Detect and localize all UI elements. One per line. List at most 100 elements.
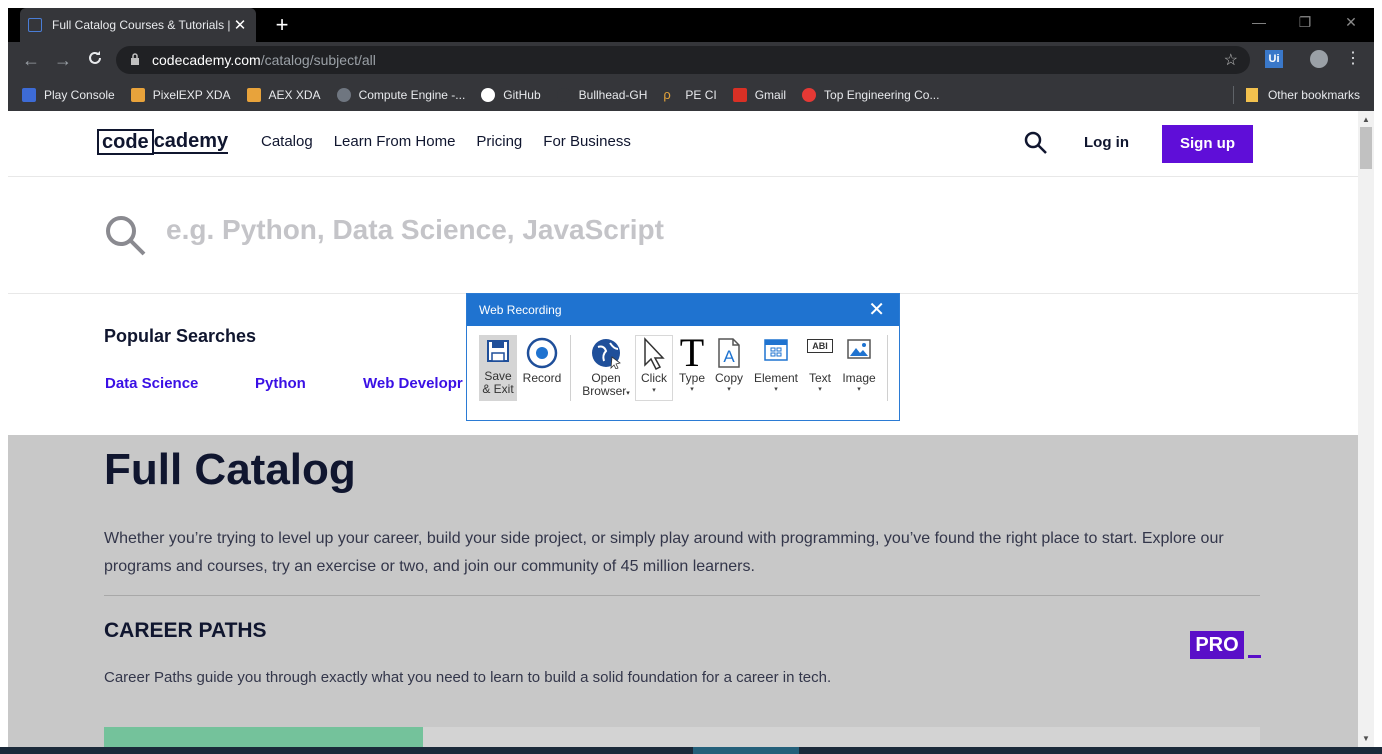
- chevron-down-icon[interactable]: ▾: [711, 385, 747, 393]
- image-button[interactable]: Image ▾: [839, 335, 879, 401]
- reload-icon[interactable]: [84, 49, 106, 71]
- page-scrollbar[interactable]: ▲ ▼: [1358, 111, 1374, 747]
- taskbar-active-item[interactable]: [693, 747, 799, 754]
- new-tab-button[interactable]: +: [270, 12, 294, 38]
- restore-icon[interactable]: ❐: [1282, 8, 1328, 38]
- image-icon: [847, 339, 871, 359]
- click-button[interactable]: Click ▾: [635, 335, 673, 401]
- pe-ci-icon: ρ: [663, 86, 671, 102]
- popular-link-data-science[interactable]: Data Science: [105, 375, 198, 392]
- bookmark-label: Bullhead-GH: [578, 87, 648, 102]
- globe-icon: [592, 339, 621, 369]
- record-label: Record: [522, 371, 562, 385]
- chevron-down-icon[interactable]: ▾: [839, 385, 879, 393]
- web-recording-panel: Web Recording ✕ Save & Exit Record Open …: [466, 293, 900, 421]
- lock-icon: [130, 52, 140, 68]
- recording-close-icon[interactable]: ✕: [868, 294, 885, 326]
- bookmark-label: Gmail: [754, 87, 787, 102]
- nav-learn-from-home[interactable]: Learn From Home: [334, 133, 456, 150]
- pro-badge-underscore: [1248, 655, 1261, 658]
- bookmark-play-console[interactable]: Play Console: [22, 87, 115, 102]
- nav-catalog[interactable]: Catalog: [261, 133, 313, 150]
- bookmark-compute-engine[interactable]: Compute Engine -...: [336, 87, 465, 102]
- bookmark-label: PE CI: [685, 87, 717, 102]
- bookmark-star-icon[interactable]: ☆: [1224, 50, 1238, 70]
- save-exit-button[interactable]: Save & Exit: [479, 335, 517, 401]
- bookmark-bullhead-gh[interactable]: Bullhead-GH: [556, 87, 648, 102]
- folder-icon: [1245, 88, 1258, 102]
- chevron-down-icon[interactable]: ▾: [626, 390, 630, 397]
- bookmark-aex-xda[interactable]: AEX XDA: [246, 87, 321, 102]
- window-close-icon[interactable]: ✕: [1328, 8, 1374, 38]
- other-bookmarks[interactable]: Other bookmarks: [1232, 86, 1360, 104]
- other-bookmarks-label: Other bookmarks: [1267, 88, 1360, 102]
- chevron-down-icon[interactable]: ▾: [636, 386, 672, 394]
- career-path-card[interactable]: [104, 727, 1260, 747]
- bookmark-label: Top Engineering Co...: [824, 87, 940, 102]
- catalog-section: Full Catalog Whether you’re trying to le…: [8, 435, 1358, 747]
- address-bar[interactable]: codecademy.com /catalog/subject/all ☆: [116, 46, 1250, 74]
- play-console-icon: [22, 87, 36, 102]
- browser-toolbar: ← → codecademy.com /catalog/subject/all …: [8, 42, 1374, 78]
- search-icon[interactable]: [1024, 131, 1048, 160]
- chevron-down-icon[interactable]: ▾: [805, 385, 835, 393]
- type-label: Type: [678, 371, 705, 385]
- record-button[interactable]: Record: [521, 335, 563, 401]
- profile-avatar[interactable]: [1310, 50, 1328, 68]
- top-engineering-icon: [802, 87, 817, 102]
- scroll-down-icon[interactable]: ▼: [1358, 734, 1374, 743]
- scroll-up-icon[interactable]: ▲: [1358, 115, 1374, 124]
- copy-label: Copy: [714, 371, 743, 385]
- main-nav: Catalog Learn From Home Pricing For Busi…: [261, 133, 652, 150]
- bookmark-label: Play Console: [44, 87, 115, 102]
- codecademy-logo[interactable]: code cademy: [97, 129, 229, 155]
- nav-for-business[interactable]: For Business: [543, 133, 631, 150]
- catalog-search-input[interactable]: e.g. Python, Data Science, JavaScript: [166, 214, 664, 246]
- bookmarks-bar: Play Console PixelEXP XDA AEX XDA Comput…: [8, 78, 1374, 111]
- copy-button[interactable]: A Copy ▾: [711, 335, 747, 401]
- pro-badge: PRO: [1190, 631, 1244, 659]
- exit-label: & Exit: [482, 382, 514, 396]
- recording-title: Web Recording: [479, 303, 562, 317]
- url-host: codecademy.com: [152, 52, 261, 68]
- bookmark-pe-ci[interactable]: ρ PE CI: [663, 86, 717, 102]
- bookmark-top-engineering[interactable]: Top Engineering Co...: [802, 87, 940, 102]
- career-paths-description: Career Paths guide you through exactly w…: [104, 669, 832, 686]
- career-paths-title: CAREER PATHS: [104, 619, 267, 642]
- signup-button[interactable]: Sign up: [1162, 125, 1253, 163]
- element-label: Element: [753, 371, 799, 385]
- chevron-down-icon[interactable]: ▾: [751, 385, 801, 393]
- back-icon[interactable]: ←: [20, 49, 42, 71]
- browser-label-text: Browser: [582, 384, 627, 398]
- logo-box-text: code: [97, 129, 154, 155]
- nav-pricing[interactable]: Pricing: [476, 133, 522, 150]
- career-path-card-image: [104, 727, 423, 747]
- browser-label: Browser▾: [579, 385, 633, 400]
- minimize-icon[interactable]: —: [1236, 8, 1282, 38]
- tab-close-icon[interactable]: ✕: [232, 16, 248, 34]
- popular-link-python[interactable]: Python: [255, 375, 306, 392]
- forward-icon[interactable]: →: [52, 49, 74, 71]
- menu-kebab-icon[interactable]: ⋮: [1344, 50, 1362, 68]
- open-browser-button[interactable]: Open Browser▾: [579, 335, 633, 401]
- login-link[interactable]: Log in: [1084, 134, 1129, 151]
- xda-icon: [246, 87, 261, 102]
- active-tab[interactable]: Full Catalog Courses & Tutorials | ✕: [20, 8, 256, 42]
- chevron-down-icon[interactable]: ▾: [677, 385, 707, 393]
- tools-separator: [570, 335, 571, 401]
- tools-separator: [887, 335, 888, 401]
- scroll-thumb[interactable]: [1360, 127, 1372, 169]
- text-button[interactable]: ABI Text ▾: [805, 335, 835, 401]
- save-icon: [487, 340, 509, 362]
- uipath-extension-icon[interactable]: Ui: [1265, 50, 1283, 68]
- cursor-icon: [644, 337, 665, 371]
- site-header: code cademy Catalog Learn From Home Prici…: [8, 111, 1358, 177]
- element-button[interactable]: Element ▾: [751, 335, 801, 401]
- type-button[interactable]: T Type ▾: [677, 330, 707, 401]
- popular-link-web-development[interactable]: Web Developr: [363, 375, 463, 392]
- click-label: Click: [641, 371, 667, 385]
- bookmark-github[interactable]: GitHub: [481, 87, 541, 102]
- bookmark-gmail[interactable]: Gmail: [732, 87, 787, 102]
- catalog-search: e.g. Python, Data Science, JavaScript: [8, 178, 1358, 294]
- bookmark-pixelexp-xda[interactable]: PixelEXP XDA: [130, 87, 231, 102]
